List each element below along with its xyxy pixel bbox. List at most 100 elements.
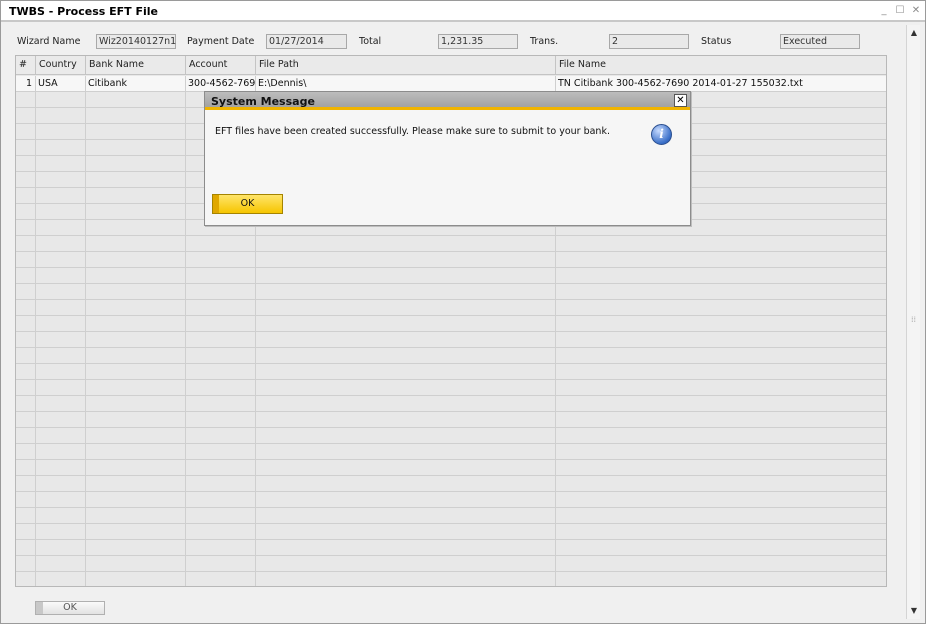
cell-bank-name[interactable] [86,460,186,476]
cell-file-name[interactable] [556,476,886,492]
cell-number[interactable] [16,412,36,428]
cell-file-name[interactable] [556,364,886,380]
cell-file-path[interactable] [256,524,556,540]
cell-country[interactable] [36,156,86,172]
scroll-grip-icon[interactable]: ⁞⁞ [909,315,918,325]
col-header-file-name[interactable]: File Name [556,56,886,75]
cell-number[interactable] [16,172,36,188]
cell-file-name[interactable] [556,572,886,586]
col-header-country[interactable]: Country [36,56,86,75]
cell-country[interactable] [36,396,86,412]
cell-file-name[interactable] [556,348,886,364]
cell-bank-name[interactable] [86,284,186,300]
cell-bank-name[interactable] [86,508,186,524]
dialog-ok-button[interactable]: OK [212,194,283,214]
cell-country[interactable] [36,476,86,492]
cell-bank-name[interactable] [86,540,186,556]
cell-account[interactable] [186,444,256,460]
cell-file-name[interactable]: TN Citibank 300-4562-7690 2014-01-27 155… [556,76,886,92]
cell-account[interactable] [186,300,256,316]
cell-file-name[interactable] [556,300,886,316]
cell-account[interactable] [186,492,256,508]
cell-country[interactable] [36,524,86,540]
cell-number[interactable] [16,396,36,412]
cell-file-path[interactable]: E:\Dennis\ [256,76,556,92]
cell-country[interactable] [36,268,86,284]
form-ok-button[interactable]: OK [35,601,105,615]
cell-bank-name[interactable]: Citibank [86,76,186,92]
table-row[interactable] [16,284,886,300]
cell-bank-name[interactable] [86,332,186,348]
cell-number[interactable] [16,92,36,108]
cell-file-name[interactable] [556,492,886,508]
cell-file-name[interactable] [556,412,886,428]
cell-account[interactable] [186,540,256,556]
cell-bank-name[interactable] [86,444,186,460]
cell-number[interactable] [16,316,36,332]
cell-bank-name[interactable] [86,252,186,268]
cell-file-path[interactable] [256,236,556,252]
cell-account[interactable] [186,364,256,380]
cell-account[interactable] [186,412,256,428]
cell-bank-name[interactable] [86,556,186,572]
cell-file-name[interactable] [556,428,886,444]
cell-country[interactable] [36,252,86,268]
cell-account[interactable] [186,268,256,284]
cell-number[interactable] [16,492,36,508]
cell-country[interactable]: USA [36,76,86,92]
cell-country[interactable] [36,540,86,556]
cell-country[interactable] [36,460,86,476]
cell-country[interactable] [36,92,86,108]
cell-number[interactable] [16,124,36,140]
table-row[interactable] [16,556,886,572]
cell-number[interactable] [16,556,36,572]
cell-bank-name[interactable] [86,236,186,252]
cell-file-name[interactable] [556,252,886,268]
cell-file-path[interactable] [256,556,556,572]
cell-file-name[interactable] [556,508,886,524]
scroll-down-icon[interactable]: ▼ [907,605,921,617]
cell-number[interactable] [16,364,36,380]
cell-country[interactable] [36,332,86,348]
table-row[interactable] [16,396,886,412]
table-row[interactable] [16,412,886,428]
cell-number[interactable] [16,348,36,364]
table-row[interactable] [16,300,886,316]
cell-number[interactable] [16,156,36,172]
cell-account[interactable] [186,332,256,348]
cell-file-path[interactable] [256,316,556,332]
cell-country[interactable] [36,364,86,380]
cell-country[interactable] [36,508,86,524]
cell-bank-name[interactable] [86,140,186,156]
cell-country[interactable] [36,380,86,396]
cell-file-path[interactable] [256,540,556,556]
cell-file-path[interactable] [256,412,556,428]
cell-account[interactable] [186,380,256,396]
maximize-icon[interactable]: ☐ [894,5,906,17]
cell-file-name[interactable] [556,540,886,556]
cell-bank-name[interactable] [86,92,186,108]
cell-number[interactable] [16,204,36,220]
cell-bank-name[interactable] [86,572,186,586]
table-row[interactable] [16,268,886,284]
cell-bank-name[interactable] [86,348,186,364]
cell-account[interactable] [186,476,256,492]
table-row[interactable] [16,316,886,332]
cell-country[interactable] [36,300,86,316]
table-row[interactable] [16,492,886,508]
cell-file-path[interactable] [256,396,556,412]
table-row[interactable] [16,364,886,380]
cell-country[interactable] [36,124,86,140]
cell-account[interactable] [186,252,256,268]
cell-account[interactable] [186,556,256,572]
cell-file-name[interactable] [556,316,886,332]
cell-file-path[interactable] [256,460,556,476]
col-header-file-path[interactable]: File Path [256,56,556,75]
cell-number[interactable] [16,508,36,524]
cell-number[interactable] [16,140,36,156]
cell-country[interactable] [36,412,86,428]
cell-bank-name[interactable] [86,524,186,540]
cell-bank-name[interactable] [86,172,186,188]
cell-number[interactable] [16,108,36,124]
cell-file-path[interactable] [256,476,556,492]
